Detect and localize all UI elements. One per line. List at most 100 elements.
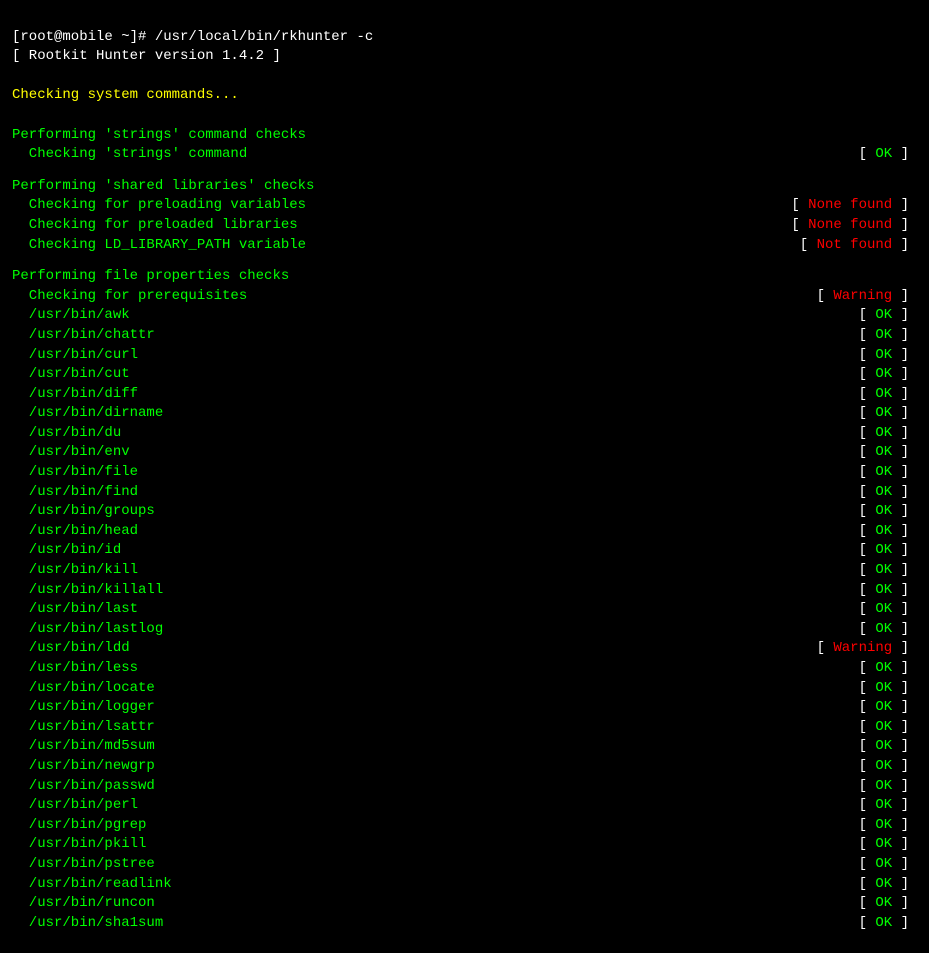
- section-header-1: Performing 'shared libraries' checks: [12, 177, 917, 197]
- item-status-2-7: [ OK ]: [859, 424, 917, 444]
- item-status-1-2: [ Not found ]: [800, 236, 917, 256]
- section-2-item-29: /usr/bin/pstree [ OK ]: [12, 855, 917, 875]
- item-label-2-3: /usr/bin/curl: [12, 346, 138, 366]
- item-label-2-15: /usr/bin/killall: [12, 581, 163, 601]
- section-2-item-19: /usr/bin/less[ OK ]: [12, 659, 917, 679]
- item-status-2-2: [ OK ]: [859, 326, 917, 346]
- section-1-item-2: Checking LD_LIBRARY_PATH variable [ Not f…: [12, 236, 917, 256]
- version-line: [ Rootkit Hunter version 1.4.2 ]: [12, 48, 281, 64]
- section-2-item-6: /usr/bin/dirname [ OK ]: [12, 404, 917, 424]
- section-2: Performing file properties checks Checki…: [12, 267, 917, 933]
- item-status-2-10: [ OK ]: [859, 483, 917, 503]
- item-status-1-0: [ None found ]: [791, 196, 917, 216]
- section-2-item-28: /usr/bin/pkill[ OK ]: [12, 835, 917, 855]
- section-2-item-18: /usr/bin/ldd[ Warning ]: [12, 639, 917, 659]
- section-2-item-1: /usr/bin/awk[ OK ]: [12, 306, 917, 326]
- item-status-2-19: [ OK ]: [859, 659, 917, 679]
- item-status-2-23: [ OK ]: [859, 737, 917, 757]
- section-2-item-3: /usr/bin/curl [ OK ]: [12, 346, 917, 366]
- item-label-2-20: /usr/bin/locate: [12, 679, 155, 699]
- item-label-2-31: /usr/bin/runcon: [12, 894, 155, 914]
- item-label-2-22: /usr/bin/lsattr: [12, 718, 155, 738]
- item-label-2-8: /usr/bin/env: [12, 443, 130, 463]
- section-2-item-22: /usr/bin/lsattr [ OK ]: [12, 718, 917, 738]
- item-status-2-8: [ OK ]: [859, 443, 917, 463]
- item-status-2-14: [ OK ]: [859, 561, 917, 581]
- item-label-2-11: /usr/bin/groups: [12, 502, 155, 522]
- section-0-item-0: Checking 'strings' command[ OK ]: [12, 145, 917, 165]
- item-status-2-26: [ OK ]: [859, 796, 917, 816]
- section-2-item-25: /usr/bin/passwd [ OK ]: [12, 777, 917, 797]
- item-status-2-25: [ OK ]: [859, 777, 917, 797]
- item-status-2-12: [ OK ]: [859, 522, 917, 542]
- item-status-2-30: [ OK ]: [859, 875, 917, 895]
- item-label-2-5: /usr/bin/diff: [12, 385, 138, 405]
- item-status-2-3: [ OK ]: [859, 346, 917, 366]
- section-2-item-2: /usr/bin/chattr [ OK ]: [12, 326, 917, 346]
- prompt-line: [root@mobile ~]# /usr/local/bin/rkhunter…: [12, 29, 373, 45]
- item-status-2-32: [ OK ]: [859, 914, 917, 934]
- item-status-2-16: [ OK ]: [859, 600, 917, 620]
- section-2-item-12: /usr/bin/head [ OK ]: [12, 522, 917, 542]
- item-label-0-0: Checking 'strings' command: [12, 145, 247, 165]
- item-label-2-12: /usr/bin/head: [12, 522, 138, 542]
- item-label-2-17: /usr/bin/lastlog: [12, 620, 163, 640]
- item-status-2-6: [ OK ]: [859, 404, 917, 424]
- section-header-2: Performing file properties checks: [12, 267, 917, 287]
- section-2-item-21: /usr/bin/logger [ OK ]: [12, 698, 917, 718]
- section-1-item-1: Checking for preloaded libraries[ None f…: [12, 216, 917, 236]
- item-label-2-27: /usr/bin/pgrep: [12, 816, 146, 836]
- item-status-2-24: [ OK ]: [859, 757, 917, 777]
- item-label-2-7: /usr/bin/du: [12, 424, 121, 444]
- item-label-2-28: /usr/bin/pkill: [12, 835, 146, 855]
- section-1: Performing 'shared libraries' checks Che…: [12, 177, 917, 255]
- item-label-2-32: /usr/bin/sha1sum: [12, 914, 163, 934]
- item-status-2-15: [ OK ]: [859, 581, 917, 601]
- section-2-item-10: /usr/bin/find [ OK ]: [12, 483, 917, 503]
- section-header-0: Performing 'strings' command checks: [12, 126, 917, 146]
- item-label-2-25: /usr/bin/passwd: [12, 777, 155, 797]
- section-2-item-13: /usr/bin/id [ OK ]: [12, 541, 917, 561]
- item-status-2-4: [ OK ]: [859, 365, 917, 385]
- item-label-2-30: /usr/bin/readlink: [12, 875, 172, 895]
- item-status-2-18: [ Warning ]: [817, 639, 917, 659]
- item-status-2-27: [ OK ]: [859, 816, 917, 836]
- section-2-item-23: /usr/bin/md5sum [ OK ]: [12, 737, 917, 757]
- item-label-2-4: /usr/bin/cut: [12, 365, 130, 385]
- checking-system-label: Checking system commands...: [12, 87, 239, 103]
- section-2-item-30: /usr/bin/readlink [ OK ]: [12, 875, 917, 895]
- section-2-item-27: /usr/bin/pgrep [ OK ]: [12, 816, 917, 836]
- item-label-2-13: /usr/bin/id: [12, 541, 121, 561]
- section-2-item-24: /usr/bin/newgrp[ OK ]: [12, 757, 917, 777]
- section-0: Performing 'strings' command checks Chec…: [12, 126, 917, 165]
- section-2-item-9: /usr/bin/file [ OK ]: [12, 463, 917, 483]
- sections-container: Performing 'strings' command checks Chec…: [12, 126, 917, 946]
- section-2-item-16: /usr/bin/last [ OK ]: [12, 600, 917, 620]
- section-2-item-20: /usr/bin/locate[ OK ]: [12, 679, 917, 699]
- item-label-2-2: /usr/bin/chattr: [12, 326, 155, 346]
- section-2-item-15: /usr/bin/killall [ OK ]: [12, 581, 917, 601]
- item-label-2-23: /usr/bin/md5sum: [12, 737, 155, 757]
- item-status-2-31: [ OK ]: [859, 894, 917, 914]
- section-2-item-0: Checking for prerequisites[ Warning ]: [12, 287, 917, 307]
- item-label-2-9: /usr/bin/file: [12, 463, 138, 483]
- section-2-item-32: /usr/bin/sha1sum [ OK ]: [12, 914, 917, 934]
- item-label-1-2: Checking LD_LIBRARY_PATH variable: [12, 236, 306, 256]
- section-2-item-31: /usr/bin/runcon [ OK ]: [12, 894, 917, 914]
- item-label-2-10: /usr/bin/find: [12, 483, 138, 503]
- item-label-2-29: /usr/bin/pstree: [12, 855, 155, 875]
- item-label-1-0: Checking for preloading variables: [12, 196, 306, 216]
- item-label-2-21: /usr/bin/logger: [12, 698, 155, 718]
- item-label-2-0: Checking for prerequisites: [12, 287, 247, 307]
- item-status-2-22: [ OK ]: [859, 718, 917, 738]
- item-status-2-29: [ OK ]: [859, 855, 917, 875]
- section-2-item-4: /usr/bin/cut [ OK ]: [12, 365, 917, 385]
- item-status-2-9: [ OK ]: [859, 463, 917, 483]
- section-2-item-14: /usr/bin/kill[ OK ]: [12, 561, 917, 581]
- item-status-2-21: [ OK ]: [859, 698, 917, 718]
- item-label-1-1: Checking for preloaded libraries: [12, 216, 298, 236]
- item-label-2-6: /usr/bin/dirname: [12, 404, 163, 424]
- item-label-2-16: /usr/bin/last: [12, 600, 138, 620]
- item-status-2-13: [ OK ]: [859, 541, 917, 561]
- item-label-2-1: /usr/bin/awk: [12, 306, 130, 326]
